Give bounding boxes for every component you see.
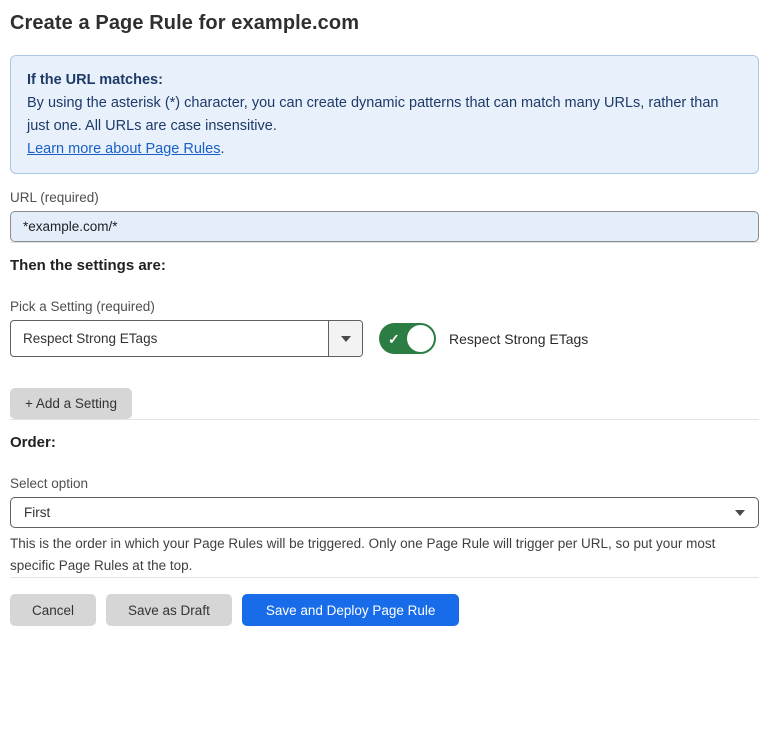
order-select-label: Select option — [10, 476, 759, 491]
order-help-text: This is the order in which your Page Rul… — [10, 533, 750, 577]
save-as-draft-button[interactable]: Save as Draft — [106, 594, 232, 626]
info-box-heading: If the URL matches: — [27, 69, 742, 92]
chevron-down-icon — [735, 510, 745, 516]
setting-select-value: Respect Strong ETags — [11, 321, 328, 356]
link-suffix: . — [220, 141, 224, 157]
order-section-heading: Order: — [10, 434, 759, 451]
setting-select[interactable]: Respect Strong ETags — [10, 320, 363, 357]
add-setting-button[interactable]: + Add a Setting — [10, 388, 132, 419]
learn-more-link[interactable]: Learn more about Page Rules — [27, 141, 220, 157]
cancel-button[interactable]: Cancel — [10, 594, 96, 626]
toggle-knob — [407, 325, 434, 352]
setting-select-caret-segment[interactable] — [328, 321, 362, 356]
section-divider — [10, 242, 759, 243]
url-input[interactable] — [10, 211, 759, 242]
setting-row: Respect Strong ETags ✓ Respect Strong ET… — [10, 320, 759, 357]
setting-toggle-label: Respect Strong ETags — [449, 331, 588, 347]
order-select-value: First — [24, 505, 735, 520]
check-icon: ✓ — [388, 332, 400, 346]
info-box-link-line: Learn more about Page Rules. — [27, 138, 742, 161]
url-match-info-box: If the URL matches: By using the asteris… — [10, 55, 759, 174]
url-field-label: URL (required) — [10, 190, 759, 205]
order-select[interactable]: First — [10, 497, 759, 528]
settings-section-heading: Then the settings are: — [10, 257, 759, 274]
section-divider — [10, 419, 759, 420]
save-and-deploy-button[interactable]: Save and Deploy Page Rule — [242, 594, 460, 626]
footer-divider — [10, 577, 759, 578]
chevron-down-icon — [341, 336, 351, 342]
page-title: Create a Page Rule for example.com — [10, 12, 759, 35]
setting-toggle[interactable]: ✓ — [379, 323, 436, 354]
footer-actions: Cancel Save as Draft Save and Deploy Pag… — [10, 594, 759, 626]
info-box-body: By using the asterisk (*) character, you… — [27, 92, 742, 138]
setting-picker-label: Pick a Setting (required) — [10, 299, 759, 314]
